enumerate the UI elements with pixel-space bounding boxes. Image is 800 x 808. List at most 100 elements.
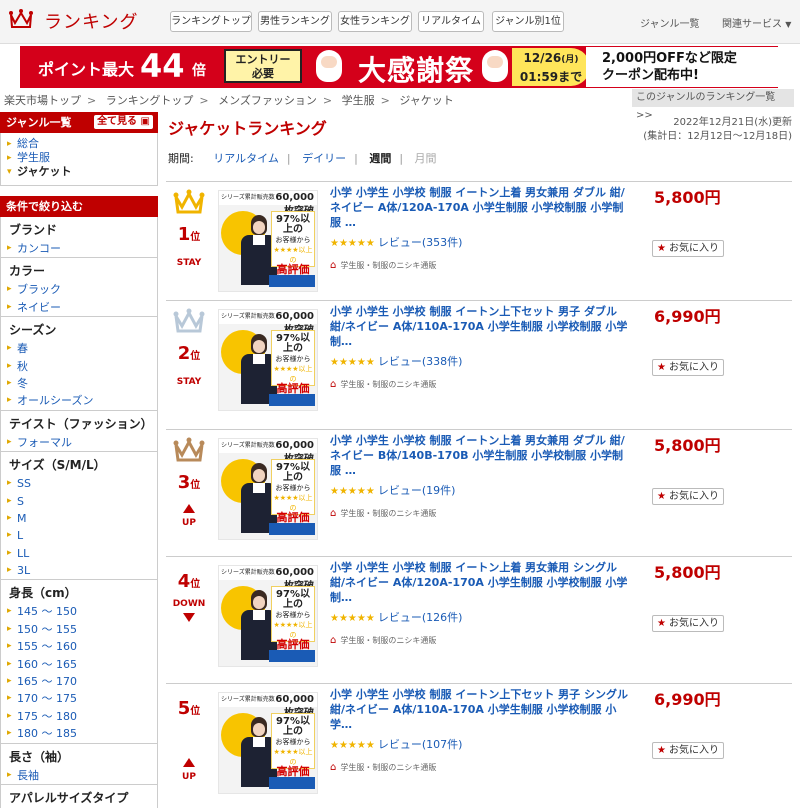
thumb-line2: お客様から <box>275 484 311 492</box>
campaign-banner[interactable]: ポイント最大 44 倍 エントリー 必要 大感謝祭 12/26(月) 01:59… <box>20 46 778 88</box>
review-link[interactable]: ★★★★★ レビュー(107件) <box>330 736 462 752</box>
filter-color-title: カラー <box>1 257 157 281</box>
filter-height-145[interactable]: 145 ～ 150 <box>1 603 157 621</box>
filter-height-150[interactable]: 150 ～ 155 <box>1 621 157 639</box>
thumb-top-banner: シリーズ累計販売数60,000枚突破 <box>219 439 317 465</box>
rank-suffix: 位 <box>190 579 201 590</box>
shop-link[interactable]: ⌂ 学生服・制服のニシキ通販 <box>330 508 436 519</box>
product-image[interactable]: シリーズ累計販売数60,000枚突破 97%以上の お客様から ★★★★以上の … <box>218 565 318 667</box>
thumb-top-banner: シリーズ累計販売数60,000枚突破 <box>219 310 317 336</box>
thumb-line2: お客様から <box>275 611 311 619</box>
filter-color-navy[interactable]: ネイビー <box>1 299 157 317</box>
thumb-top-banner: シリーズ累計販売数60,000枚突破 <box>219 566 317 592</box>
filter-season-autumn[interactable]: 秋 <box>1 358 157 376</box>
rank-column: 3位 UP <box>166 430 212 556</box>
filter-header: 条件で絞り込む <box>0 196 158 217</box>
filter-taste-formal[interactable]: フォーマル <box>1 434 157 452</box>
crumb-jacket[interactable]: ジャケット <box>399 94 453 107</box>
filter-size-ll[interactable]: LL <box>1 545 157 563</box>
genre-list-title: ジャンル一覧 <box>6 116 72 129</box>
nav-realtime[interactable]: リアルタイム <box>418 11 484 32</box>
filter-brand-kanko[interactable]: カンコー <box>1 240 157 258</box>
shop-name: 学生服・制服のニシキ通販 <box>340 380 437 389</box>
thumb-pct: 97%以上の <box>276 333 310 354</box>
favorite-button[interactable]: ★ お気に入り <box>652 615 724 632</box>
shop-home-icon: ⌂ <box>330 260 337 271</box>
star-icon: ★ <box>657 362 666 373</box>
filter-season-spring[interactable]: 春 <box>1 340 157 358</box>
product-title[interactable]: 小学 小学生 小学校 制服 イートン上着 男女兼用 ダブル 紺/ネイビー B体/… <box>330 433 630 478</box>
period-realtime[interactable]: リアルタイム <box>213 152 279 165</box>
see-all-button[interactable]: 全て見る ▣ <box>94 115 153 129</box>
favorite-button[interactable]: ★ お気に入り <box>652 488 724 505</box>
product-image[interactable]: シリーズ累計販売数60,000枚突破 97%以上の お客様から ★★★★以上の … <box>218 438 318 540</box>
favorite-button[interactable]: ★ お気に入り <box>652 240 724 257</box>
ranking-row-2: 2位 STAY シリーズ累計販売数60,000枚突破 97%以上の お客様から ★… <box>166 300 792 426</box>
genre-list-header: ジャンル一覧 全て見る ▣ <box>0 112 158 133</box>
period-daily[interactable]: デイリー <box>302 152 346 165</box>
filter-height-155[interactable]: 155 ～ 160 <box>1 638 157 656</box>
review-link[interactable]: ★★★★★ レビュー(338件) <box>330 353 462 369</box>
review-link[interactable]: ★★★★★ レビュー(353件) <box>330 234 462 250</box>
rank-column: 5位 UP <box>166 684 212 808</box>
rating-stars-icon: ★★★★★ <box>330 486 375 497</box>
filter-size-l[interactable]: L <box>1 527 157 545</box>
product-image[interactable]: シリーズ累計販売数60,000枚突破 97%以上の お客様から ★★★★以上の … <box>218 190 318 292</box>
chevron-down-icon: ▼ <box>785 20 792 29</box>
filter-height-165[interactable]: 165 ～ 170 <box>1 673 157 691</box>
filter-height-175[interactable]: 175 ～ 180 <box>1 708 157 726</box>
favorite-button[interactable]: ★ お気に入り <box>652 359 724 376</box>
ranking-logo[interactable]: ランキング <box>8 7 138 34</box>
plus-icon: ▣ <box>140 116 150 127</box>
filter-size-s[interactable]: S <box>1 493 157 511</box>
crumb-mens-fashion[interactable]: メンズファッション <box>218 94 317 107</box>
filter-size-3l[interactable]: 3L <box>1 562 157 580</box>
nav-womens-ranking[interactable]: 女性ランキング <box>338 11 412 32</box>
trend-label: DOWN <box>172 599 206 609</box>
update-info: 2022年12月21日(水)更新 (集計日：12月12日～12月18日) <box>643 116 792 144</box>
filter-color-black[interactable]: ブラック <box>1 281 157 299</box>
favorite-label: お気に入り <box>668 243 719 254</box>
nav-ranking-top[interactable]: ランキングトップ <box>170 11 252 32</box>
review-link[interactable]: ★★★★★ レビュー(19件) <box>330 482 455 498</box>
product-price: 5,800円 <box>654 563 721 582</box>
filter-height-180[interactable]: 180 ～ 185 <box>1 725 157 743</box>
genre-item-school-uniform[interactable]: 学生服 <box>1 151 157 165</box>
crumb-ranking-top[interactable]: ランキングトップ <box>106 94 194 107</box>
thumb-high-rating: 高評価 <box>276 263 310 276</box>
nav-mens-ranking[interactable]: 男性ランキング <box>258 11 332 32</box>
review-link[interactable]: ★★★★★ レビュー(126件) <box>330 609 462 625</box>
product-image[interactable]: シリーズ累計販売数60,000枚突破 97%以上の お客様から ★★★★以上の … <box>218 692 318 794</box>
product-title[interactable]: 小学 小学生 小学校 制服 イートン上着 男女兼用 シングル 紺/ネイビー A体… <box>330 560 630 605</box>
filter-season-all[interactable]: オールシーズン <box>1 392 157 410</box>
crumb-rakuten-top[interactable]: 楽天市場トップ <box>4 94 81 107</box>
filter-size-m[interactable]: M <box>1 510 157 528</box>
related-services-link[interactable]: 関連サービス ▼ <box>722 15 791 30</box>
product-title[interactable]: 小学 小学生 小学校 制服 イートン上着 男女兼用 ダブル 紺/ネイビー A体/… <box>330 185 630 230</box>
review-count: レビュー(107件) <box>377 738 463 751</box>
nav-genre-first[interactable]: ジャンル別1位 <box>492 11 564 32</box>
thumb-small-text: シリーズ累計販売数 <box>221 194 275 201</box>
shop-link[interactable]: ⌂ 学生服・制服のニシキ通販 <box>330 635 436 646</box>
related-services-label: 関連サービス <box>722 19 782 30</box>
crumb-school-uniform[interactable]: 学生服 <box>342 94 375 107</box>
thumb-pct: 97%以上の <box>276 462 310 483</box>
product-image[interactable]: シリーズ累計販売数60,000枚突破 97%以上の お客様から ★★★★以上の … <box>218 309 318 411</box>
filter-sleeve-long[interactable]: 長袖 <box>1 767 157 785</box>
genre-item-all[interactable]: 総合 <box>1 137 157 151</box>
favorite-button[interactable]: ★ お気に入り <box>652 742 724 759</box>
shop-link[interactable]: ⌂ 学生服・制服のニシキ通販 <box>330 762 436 773</box>
shop-link[interactable]: ⌂ 学生服・制服のニシキ通販 <box>330 379 436 390</box>
genre-ranking-list-link[interactable]: このジャンルのランキング一覧 >> <box>632 89 794 121</box>
filter-season-winter[interactable]: 冬 <box>1 375 157 393</box>
product-title[interactable]: 小学 小学生 小学校 制服 イートン上下セット 男子 シングル 紺/ネイビー A… <box>330 687 630 732</box>
rank-number: 5位 <box>166 698 212 719</box>
genre-list-link[interactable]: ジャンル一覧 <box>640 15 700 30</box>
filter-height-170[interactable]: 170 ～ 175 <box>1 690 157 708</box>
filter-height-160[interactable]: 160 ～ 165 <box>1 656 157 674</box>
daruma-icon <box>482 50 508 82</box>
filter-size-ss[interactable]: SS <box>1 475 157 493</box>
rank-value: 5 <box>177 698 191 719</box>
product-title[interactable]: 小学 小学生 小学校 制服 イートン上下セット 男子 ダブル 紺/ネイビー A体… <box>330 304 630 349</box>
shop-link[interactable]: ⌂ 学生服・制服のニシキ通販 <box>330 260 436 271</box>
